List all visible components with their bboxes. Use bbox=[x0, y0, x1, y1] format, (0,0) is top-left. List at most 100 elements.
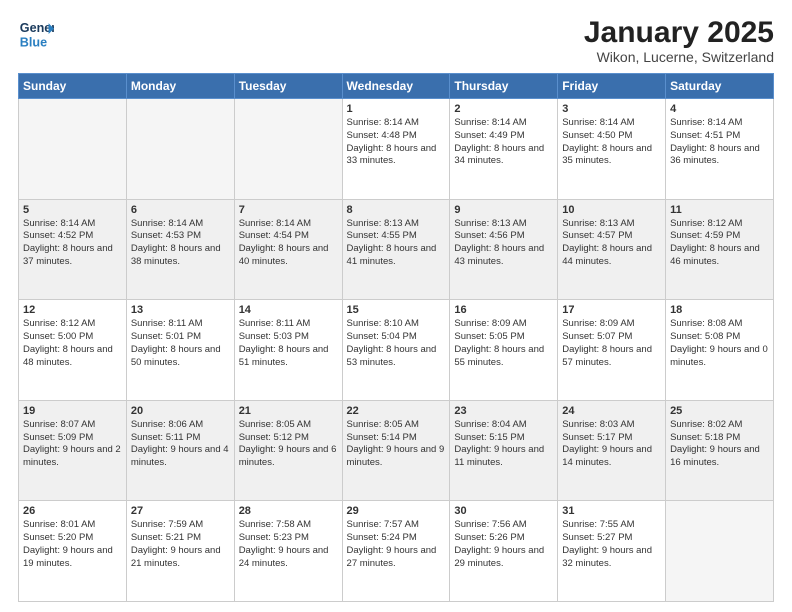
calendar-cell: 31Sunrise: 7:55 AMSunset: 5:27 PMDayligh… bbox=[558, 501, 666, 602]
day-number: 8 bbox=[347, 204, 446, 216]
day-number: 12 bbox=[23, 304, 122, 316]
calendar-cell: 17Sunrise: 8:09 AMSunset: 5:07 PMDayligh… bbox=[558, 300, 666, 401]
day-info: Sunrise: 8:05 AMSunset: 5:14 PMDaylight:… bbox=[347, 419, 446, 470]
calendar-week-row: 5 Sunrise: 8:14 AMSunset: 4:52 PMDaylight… bbox=[19, 199, 774, 300]
day-info: Sunrise: 7:55 AMSunset: 5:27 PMDaylight:… bbox=[562, 519, 661, 570]
calendar-week-row: 19Sunrise: 8:07 AMSunset: 5:09 PMDayligh… bbox=[19, 400, 774, 501]
calendar-table: SundayMondayTuesdayWednesdayThursdayFrid… bbox=[18, 73, 774, 602]
day-number: 23 bbox=[454, 405, 553, 417]
day-info: Sunrise: 8:14 AMSunset: 4:49 PMDaylight:… bbox=[454, 117, 553, 168]
day-number: 4 bbox=[670, 103, 769, 115]
calendar-cell: 16 Sunrise: 8:09 AMSunset: 5:05 PMDayligh… bbox=[450, 300, 558, 401]
weekday-header-saturday: Saturday bbox=[666, 74, 774, 99]
calendar-cell: 14 Sunrise: 8:11 AMSunset: 5:03 PMDayligh… bbox=[234, 300, 342, 401]
day-info: Sunrise: 8:14 AMSunset: 4:52 PMDaylight:… bbox=[23, 218, 122, 269]
day-number: 15 bbox=[347, 304, 446, 316]
calendar-cell: 8 Sunrise: 8:13 AMSunset: 4:55 PMDaylight… bbox=[342, 199, 450, 300]
day-info: Sunrise: 8:10 AMSunset: 5:04 PMDaylight:… bbox=[347, 318, 446, 369]
top-section: General Blue January 2025 Wikon, Lucerne… bbox=[18, 16, 774, 65]
day-number: 30 bbox=[454, 505, 553, 517]
day-number: 29 bbox=[347, 505, 446, 517]
day-number: 7 bbox=[239, 204, 338, 216]
day-info: Sunrise: 8:13 AMSunset: 4:55 PMDaylight:… bbox=[347, 218, 446, 269]
day-info: Sunrise: 8:12 AMSunset: 4:59 PMDaylight:… bbox=[670, 218, 769, 269]
day-number: 14 bbox=[239, 304, 338, 316]
day-info: Sunrise: 8:06 AMSunset: 5:11 PMDaylight:… bbox=[131, 419, 230, 470]
generalblue-logo-icon: General Blue bbox=[18, 16, 54, 52]
day-info: Sunrise: 7:57 AMSunset: 5:24 PMDaylight:… bbox=[347, 519, 446, 570]
calendar-cell: 15 Sunrise: 8:10 AMSunset: 5:04 PMDayligh… bbox=[342, 300, 450, 401]
day-number: 22 bbox=[347, 405, 446, 417]
calendar-cell: 1Sunrise: 8:14 AMSunset: 4:48 PMDaylight… bbox=[342, 99, 450, 200]
day-number: 3 bbox=[562, 103, 661, 115]
day-info: Sunrise: 8:11 AMSunset: 5:01 PMDaylight:… bbox=[131, 318, 230, 369]
day-number: 5 bbox=[23, 204, 122, 216]
day-number: 28 bbox=[239, 505, 338, 517]
day-number: 16 bbox=[454, 304, 553, 316]
calendar-week-row: 26Sunrise: 8:01 AMSunset: 5:20 PMDayligh… bbox=[19, 501, 774, 602]
calendar-cell bbox=[666, 501, 774, 602]
day-info: Sunrise: 8:12 AMSunset: 5:00 PMDaylight:… bbox=[23, 318, 122, 369]
calendar-cell: 11Sunrise: 8:12 AMSunset: 4:59 PMDayligh… bbox=[666, 199, 774, 300]
day-number: 18 bbox=[670, 304, 769, 316]
calendar-cell: 25 Sunrise: 8:02 AMSunset: 5:18 PMDayligh… bbox=[666, 400, 774, 501]
weekday-header-monday: Monday bbox=[126, 74, 234, 99]
calendar-cell: 10 Sunrise: 8:13 AMSunset: 4:57 PMDayligh… bbox=[558, 199, 666, 300]
day-info: Sunrise: 8:07 AMSunset: 5:09 PMDaylight:… bbox=[23, 419, 122, 470]
calendar-cell bbox=[234, 99, 342, 200]
calendar-cell: 22 Sunrise: 8:05 AMSunset: 5:14 PMDayligh… bbox=[342, 400, 450, 501]
weekday-header-row: SundayMondayTuesdayWednesdayThursdayFrid… bbox=[19, 74, 774, 99]
weekday-header-friday: Friday bbox=[558, 74, 666, 99]
day-number: 10 bbox=[562, 204, 661, 216]
day-info: Sunrise: 8:14 AMSunset: 4:51 PMDaylight:… bbox=[670, 117, 769, 168]
calendar-cell: 30 Sunrise: 7:56 AMSunset: 5:26 PMDayligh… bbox=[450, 501, 558, 602]
title-area: January 2025 Wikon, Lucerne, Switzerland bbox=[584, 16, 774, 65]
calendar-cell: 5 Sunrise: 8:14 AMSunset: 4:52 PMDaylight… bbox=[19, 199, 127, 300]
day-info: Sunrise: 8:14 AMSunset: 4:53 PMDaylight:… bbox=[131, 218, 230, 269]
day-info: Sunrise: 7:58 AMSunset: 5:23 PMDaylight:… bbox=[239, 519, 338, 570]
day-info: Sunrise: 8:14 AMSunset: 4:50 PMDaylight:… bbox=[562, 117, 661, 168]
weekday-header-thursday: Thursday bbox=[450, 74, 558, 99]
day-info: Sunrise: 8:09 AMSunset: 5:05 PMDaylight:… bbox=[454, 318, 553, 369]
calendar-cell: 29 Sunrise: 7:57 AMSunset: 5:24 PMDayligh… bbox=[342, 501, 450, 602]
calendar-cell: 2Sunrise: 8:14 AMSunset: 4:49 PMDaylight… bbox=[450, 99, 558, 200]
day-number: 1 bbox=[347, 103, 446, 115]
calendar-cell bbox=[19, 99, 127, 200]
logo-area: General Blue bbox=[18, 16, 54, 52]
day-info: Sunrise: 8:01 AMSunset: 5:20 PMDaylight:… bbox=[23, 519, 122, 570]
day-info: Sunrise: 7:59 AMSunset: 5:21 PMDaylight:… bbox=[131, 519, 230, 570]
calendar-title: January 2025 bbox=[584, 16, 774, 49]
day-info: Sunrise: 8:09 AMSunset: 5:07 PMDaylight:… bbox=[562, 318, 661, 369]
day-number: 25 bbox=[670, 405, 769, 417]
day-info: Sunrise: 8:03 AMSunset: 5:17 PMDaylight:… bbox=[562, 419, 661, 470]
calendar-cell: 7 Sunrise: 8:14 AMSunset: 4:54 PMDaylight… bbox=[234, 199, 342, 300]
day-info: Sunrise: 8:05 AMSunset: 5:12 PMDaylight:… bbox=[239, 419, 338, 470]
day-info: Sunrise: 8:11 AMSunset: 5:03 PMDaylight:… bbox=[239, 318, 338, 369]
calendar-cell: 18Sunrise: 8:08 AMSunset: 5:08 PMDayligh… bbox=[666, 300, 774, 401]
day-number: 9 bbox=[454, 204, 553, 216]
day-info: Sunrise: 8:02 AMSunset: 5:18 PMDaylight:… bbox=[670, 419, 769, 470]
day-number: 6 bbox=[131, 204, 230, 216]
calendar-cell bbox=[126, 99, 234, 200]
calendar-cell: 27 Sunrise: 7:59 AMSunset: 5:21 PMDayligh… bbox=[126, 501, 234, 602]
day-number: 20 bbox=[131, 405, 230, 417]
weekday-header-sunday: Sunday bbox=[19, 74, 127, 99]
day-number: 27 bbox=[131, 505, 230, 517]
page: General Blue January 2025 Wikon, Lucerne… bbox=[0, 0, 792, 612]
weekday-header-tuesday: Tuesday bbox=[234, 74, 342, 99]
day-info: Sunrise: 8:13 AMSunset: 4:56 PMDaylight:… bbox=[454, 218, 553, 269]
svg-text:Blue: Blue bbox=[20, 36, 47, 50]
weekday-header-wednesday: Wednesday bbox=[342, 74, 450, 99]
calendar-cell: 12 Sunrise: 8:12 AMSunset: 5:00 PMDayligh… bbox=[19, 300, 127, 401]
calendar-cell: 4 Sunrise: 8:14 AMSunset: 4:51 PMDaylight… bbox=[666, 99, 774, 200]
calendar-cell: 3 Sunrise: 8:14 AMSunset: 4:50 PMDaylight… bbox=[558, 99, 666, 200]
day-info: Sunrise: 8:13 AMSunset: 4:57 PMDaylight:… bbox=[562, 218, 661, 269]
calendar-cell: 19Sunrise: 8:07 AMSunset: 5:09 PMDayligh… bbox=[19, 400, 127, 501]
day-info: Sunrise: 8:14 AMSunset: 4:54 PMDaylight:… bbox=[239, 218, 338, 269]
day-info: Sunrise: 8:04 AMSunset: 5:15 PMDaylight:… bbox=[454, 419, 553, 470]
day-number: 13 bbox=[131, 304, 230, 316]
calendar-cell: 21Sunrise: 8:05 AMSunset: 5:12 PMDayligh… bbox=[234, 400, 342, 501]
day-info: Sunrise: 7:56 AMSunset: 5:26 PMDaylight:… bbox=[454, 519, 553, 570]
calendar-cell: 13 Sunrise: 8:11 AMSunset: 5:01 PMDayligh… bbox=[126, 300, 234, 401]
calendar-cell: 20 Sunrise: 8:06 AMSunset: 5:11 PMDayligh… bbox=[126, 400, 234, 501]
